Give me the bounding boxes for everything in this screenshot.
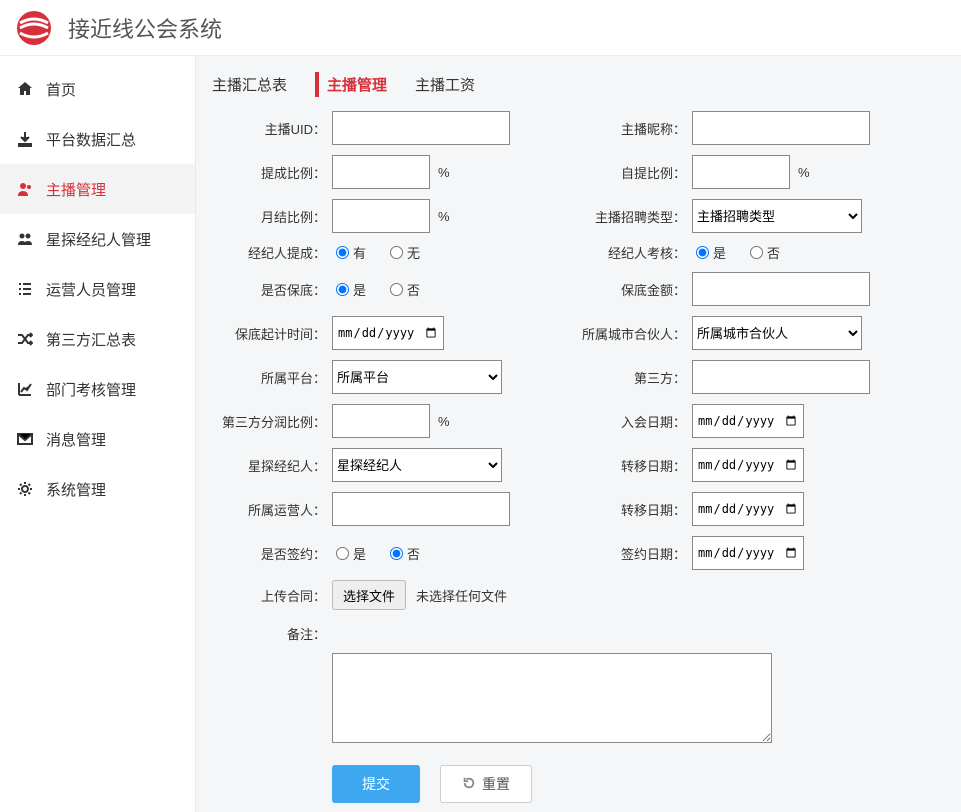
radio-agentcut-yes[interactable]: 有 [336, 243, 366, 262]
input-operator[interactable] [332, 492, 510, 526]
label-operator: 所属运营人： [212, 500, 332, 519]
sidebar-label: 首页 [46, 79, 76, 100]
refresh-icon [462, 776, 476, 793]
select-partner[interactable]: 所属城市合伙人 [692, 316, 862, 350]
sidebar-label: 运营人员管理 [46, 279, 136, 300]
label-hasbase: 是否保底： [212, 280, 332, 299]
form-actions: 提交 重置 [212, 765, 932, 803]
gear-icon [16, 480, 34, 498]
sidebar-label: 部门考核管理 [46, 379, 136, 400]
download-icon [16, 130, 34, 148]
radio-agentcut-no[interactable]: 无 [390, 243, 420, 262]
label-signed: 是否签约： [212, 544, 332, 563]
pct: % [438, 414, 450, 429]
sidebar-label: 主播管理 [46, 179, 106, 200]
tab-summary[interactable]: 主播汇总表 [212, 72, 287, 97]
submit-button[interactable]: 提交 [332, 765, 420, 803]
sidebar-item-anchor[interactable]: 主播管理 [0, 164, 195, 214]
form: 主播UID： 主播昵称： 提成比例： % 自提比例： % 月结比例： [212, 111, 953, 803]
pct: % [438, 209, 450, 224]
pct: % [438, 165, 450, 180]
sidebar-label: 系统管理 [46, 479, 106, 500]
label-joindate: 入会日期： [572, 412, 692, 431]
logo-icon [16, 10, 52, 46]
sidebar-item-agent[interactable]: 星探经纪人管理 [0, 214, 195, 264]
tab-manage[interactable]: 主播管理 [315, 72, 387, 97]
input-selfcommission[interactable] [692, 155, 790, 189]
radio-hasbase-no[interactable]: 否 [390, 280, 420, 299]
input-commission[interactable] [332, 155, 430, 189]
reset-button[interactable]: 重置 [440, 765, 532, 803]
home-icon [16, 80, 34, 98]
people-icon [16, 180, 34, 198]
sidebar-item-operator[interactable]: 运营人员管理 [0, 264, 195, 314]
label-transfer2: 转移日期： [572, 500, 692, 519]
file-hint: 未选择任何文件 [416, 586, 507, 605]
label-nick: 主播昵称： [572, 119, 692, 138]
label-thirdcut: 第三方分润比例： [212, 412, 332, 431]
select-hiretype[interactable]: 主播招聘类型 [692, 199, 862, 233]
label-upload: 上传合同： [212, 586, 332, 605]
sidebar-label: 平台数据汇总 [46, 129, 136, 150]
label-platform: 所属平台： [212, 368, 332, 387]
input-transfer2[interactable] [692, 492, 804, 526]
label-agent: 星探经纪人： [212, 456, 332, 475]
textarea-remark[interactable] [332, 653, 772, 743]
label-remark: 备注： [212, 620, 332, 643]
input-baseamt[interactable] [692, 272, 870, 306]
input-uid[interactable] [332, 111, 510, 145]
sidebar-label: 消息管理 [46, 429, 106, 450]
sidebar: 首页 平台数据汇总 主播管理 星探经纪人管理 运营人员管理 [0, 56, 196, 812]
input-basestart[interactable] [332, 316, 444, 350]
label-agentcheck: 经纪人考核： [572, 243, 692, 262]
file-select-button[interactable]: 选择文件 [332, 580, 406, 610]
input-signdate[interactable] [692, 536, 804, 570]
sidebar-item-msg[interactable]: 消息管理 [0, 414, 195, 464]
label-monthly: 月结比例： [212, 207, 332, 226]
label-commission: 提成比例： [212, 163, 332, 182]
sidebar-item-platform[interactable]: 平台数据汇总 [0, 114, 195, 164]
select-agent[interactable]: 星探经纪人 [332, 448, 502, 482]
label-hiretype: 主播招聘类型： [572, 207, 692, 226]
radio-signed-no[interactable]: 否 [390, 544, 420, 563]
pct: % [798, 165, 810, 180]
radio-hasbase-yes[interactable]: 是 [336, 280, 366, 299]
label-transfer1: 转移日期： [572, 456, 692, 475]
mail-icon [16, 430, 34, 448]
sidebar-item-sys[interactable]: 系统管理 [0, 464, 195, 514]
tab-salary[interactable]: 主播工资 [415, 72, 475, 97]
label-uid: 主播UID： [212, 119, 332, 138]
label-third: 第三方： [572, 368, 692, 387]
sidebar-label: 星探经纪人管理 [46, 229, 151, 250]
input-joindate[interactable] [692, 404, 804, 438]
sidebar-item-dept[interactable]: 部门考核管理 [0, 364, 195, 414]
shuffle-icon [16, 330, 34, 348]
group-icon [16, 230, 34, 248]
select-platform[interactable]: 所属平台 [332, 360, 502, 394]
input-nick[interactable] [692, 111, 870, 145]
label-selfcommission: 自提比例： [572, 163, 692, 182]
header: 接近线公会系统 [0, 0, 961, 56]
kpi-icon [16, 380, 34, 398]
label-agentcut: 经纪人提成： [212, 243, 332, 262]
input-thirdcut[interactable] [332, 404, 430, 438]
content: 主播汇总表 主播管理 主播工资 主播UID： 主播昵称： 提成比例： % 自提比… [196, 56, 961, 812]
sidebar-item-home[interactable]: 首页 [0, 64, 195, 114]
radio-agentcheck-yes[interactable]: 是 [696, 243, 726, 262]
app-title: 接近线公会系统 [68, 12, 222, 44]
list-icon [16, 280, 34, 298]
radio-signed-yes[interactable]: 是 [336, 544, 366, 563]
radio-agentcheck-no[interactable]: 否 [750, 243, 780, 262]
tabs: 主播汇总表 主播管理 主播工资 [212, 72, 953, 97]
input-monthly[interactable] [332, 199, 430, 233]
label-baseamt: 保底金额： [572, 280, 692, 299]
input-third[interactable] [692, 360, 870, 394]
sidebar-label: 第三方汇总表 [46, 329, 136, 350]
input-transfer1[interactable] [692, 448, 804, 482]
sidebar-item-third[interactable]: 第三方汇总表 [0, 314, 195, 364]
label-signdate: 签约日期： [572, 544, 692, 563]
label-basestart: 保底起计时间： [212, 324, 332, 343]
label-partner: 所属城市合伙人： [572, 324, 692, 343]
